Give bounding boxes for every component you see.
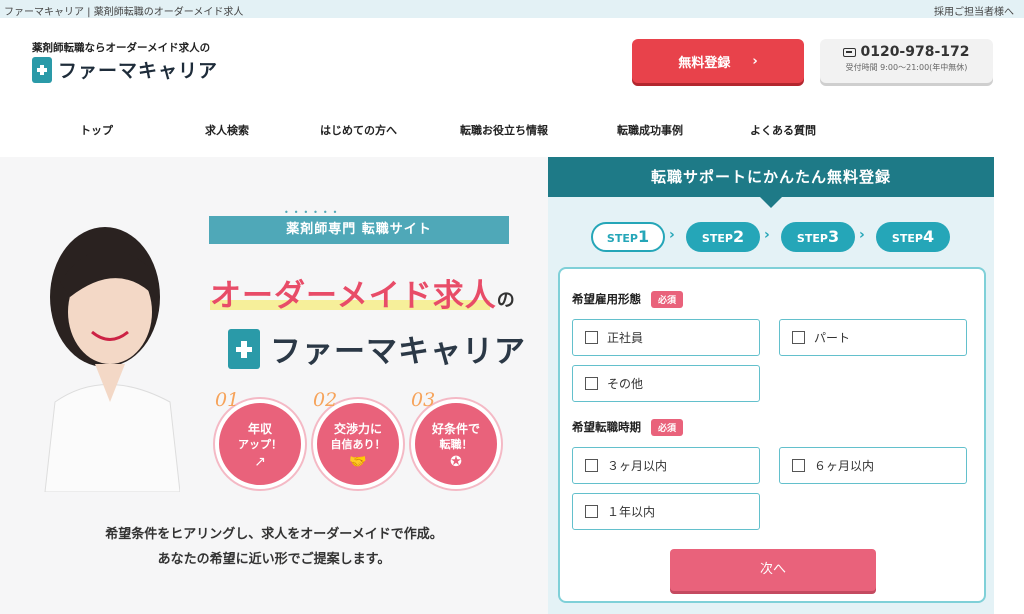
nav-item-first-time[interactable]: はじめての方へ bbox=[320, 122, 397, 138]
feature-circle-2: 02 交渉力に 自信あり！ 🤝 bbox=[313, 389, 403, 489]
step-number: 3 bbox=[827, 227, 840, 246]
logo-text: ファーマキャリア bbox=[58, 60, 219, 82]
required-badge: 必須 bbox=[651, 291, 684, 308]
checkbox[interactable] bbox=[585, 459, 598, 472]
feature-line1: 交渉力に bbox=[333, 422, 382, 436]
option-other[interactable]: その他 bbox=[572, 365, 760, 402]
logo-cross-icon bbox=[228, 328, 260, 369]
chevron-right-icon: › bbox=[764, 227, 770, 243]
handshake-icon: 🤝 bbox=[349, 454, 367, 470]
nav-item-career-info[interactable]: 転職お役立ち情報 bbox=[460, 122, 548, 138]
panel-heading-arrow bbox=[760, 197, 782, 208]
hero-logo: ファーマキャリア bbox=[228, 326, 526, 371]
hero-banner: •••••• 薬剤師専門 転職サイト オーダーメイド求人の ファーマキャリア 0… bbox=[0, 157, 548, 614]
logo-cross-icon bbox=[32, 56, 52, 83]
option-label: ３ヶ月以内 bbox=[607, 459, 668, 473]
chevron-right-icon: › bbox=[669, 227, 675, 243]
option-within-1-year[interactable]: １年以内 bbox=[572, 493, 760, 530]
required-badge: 必須 bbox=[651, 419, 684, 436]
step-1: STEP1 bbox=[591, 222, 665, 252]
step-3: STEP3 bbox=[781, 222, 855, 252]
header: 薬剤師転職ならオーダーメイド求人の ファーマキャリア 無料登録 › 0120-9… bbox=[0, 18, 1024, 108]
header-tagline: 薬剤師転職ならオーダーメイド求人の bbox=[32, 42, 211, 54]
feature-number: 03 bbox=[411, 389, 436, 411]
hero-title-suffix: の bbox=[496, 290, 516, 311]
registration-panel: 転職サポートにかんたん無料登録 STEP1 › STEP2 › STEP3 › … bbox=[548, 157, 994, 614]
search-star-icon: ✪ bbox=[450, 454, 462, 470]
hero-subtext-2: あなたの希望に近い形でご提案します。 bbox=[157, 552, 391, 567]
option-label: １年以内 bbox=[607, 505, 656, 519]
pharmacist-photo bbox=[44, 227, 180, 492]
employment-type-label: 希望雇用形態 必須 bbox=[572, 291, 684, 308]
phone-free-dial-icon bbox=[843, 47, 857, 57]
step-4: STEP4 bbox=[876, 222, 950, 252]
option-within-6-months[interactable]: ６ヶ月以内 bbox=[779, 447, 967, 484]
feature-circle-3: 03 好条件で 転職！ ✪ bbox=[411, 389, 501, 489]
hero-subtext-1: 希望条件をヒアリングし、求人をオーダーメイドで作成。 bbox=[105, 527, 443, 542]
chart-up-icon: ↗ bbox=[254, 454, 266, 470]
feature-line1: 好条件で bbox=[431, 422, 480, 436]
feature-line2: 自信あり！ bbox=[330, 438, 386, 451]
option-label: その他 bbox=[607, 377, 644, 391]
register-button-label: 無料登録 bbox=[678, 55, 731, 71]
step-label: STEP bbox=[891, 232, 923, 245]
employer-link[interactable]: 採用ご担当者様へ bbox=[934, 3, 1014, 18]
next-button[interactable]: 次へ bbox=[670, 549, 876, 591]
phone-number: 0120-978-172 bbox=[860, 44, 970, 60]
feature-line1: 年収 bbox=[247, 422, 272, 436]
step-number: 2 bbox=[732, 227, 745, 246]
step-label: STEP bbox=[796, 232, 828, 245]
global-nav: トップ 求人検索 はじめての方へ 転職お役立ち情報 転職成功事例 よくある質問 bbox=[0, 108, 1024, 150]
nav-item-job-search[interactable]: 求人検索 bbox=[205, 122, 249, 138]
step-2: STEP2 bbox=[686, 222, 760, 252]
step-label: STEP bbox=[606, 232, 638, 245]
page-edge bbox=[994, 157, 1024, 614]
panel-heading: 転職サポートにかんたん無料登録 bbox=[548, 157, 994, 197]
chevron-right-icon: › bbox=[859, 227, 865, 243]
hero-title: オーダーメイド求人の bbox=[210, 270, 516, 315]
feature-line2: 転職！ bbox=[439, 438, 473, 451]
step-label: STEP bbox=[701, 232, 733, 245]
option-label: パート bbox=[814, 331, 851, 345]
feature-number: 01 bbox=[215, 389, 240, 411]
step-number: 4 bbox=[922, 227, 935, 246]
registration-form: 希望雇用形態 必須 正社員 パート その他 希望転職時期 必須 ３ヶ月以内 ６ヶ月以… bbox=[558, 267, 986, 603]
top-bar: ファーマキャリア | 薬剤師転職のオーダーメイド求人 採用ご担当者様へ bbox=[0, 0, 1024, 18]
nav-item-faq[interactable]: よくある質問 bbox=[750, 122, 816, 138]
site-breadcrumb[interactable]: ファーマキャリア | 薬剤師転職のオーダーメイド求人 bbox=[4, 3, 243, 18]
chevron-right-icon: › bbox=[752, 53, 758, 69]
feature-line2: アップ！ bbox=[238, 438, 282, 451]
nav-item-top[interactable]: トップ bbox=[80, 122, 113, 138]
feature-number: 02 bbox=[313, 389, 338, 411]
checkbox[interactable] bbox=[585, 377, 598, 390]
register-button[interactable]: 無料登録 › bbox=[632, 39, 804, 83]
phone-contact[interactable]: 0120-978-172 受付時間 9:00〜21:00(年中無休) bbox=[820, 39, 993, 83]
option-full-time[interactable]: 正社員 bbox=[572, 319, 760, 356]
site-logo[interactable]: ファーマキャリア bbox=[32, 56, 218, 83]
option-within-3-months[interactable]: ３ヶ月以内 bbox=[572, 447, 760, 484]
employment-type-label-text: 希望雇用形態 bbox=[572, 292, 641, 306]
site-badge: 薬剤師専門 転職サイト bbox=[209, 216, 509, 244]
nav-item-success-stories[interactable]: 転職成功事例 bbox=[617, 122, 683, 138]
option-label: 正社員 bbox=[607, 331, 644, 345]
checkbox[interactable] bbox=[792, 331, 805, 344]
checkbox[interactable] bbox=[585, 505, 598, 518]
phone-hours: 受付時間 9:00〜21:00(年中無休) bbox=[845, 63, 968, 72]
transfer-timing-label: 希望転職時期 必須 bbox=[572, 419, 684, 436]
hero-logo-text: ファーマキャリア bbox=[270, 334, 526, 370]
phone-number-row: 0120-978-172 bbox=[820, 44, 993, 60]
checkbox[interactable] bbox=[792, 459, 805, 472]
step-number: 1 bbox=[637, 227, 650, 246]
transfer-timing-label-text: 希望転職時期 bbox=[572, 420, 641, 434]
hero-title-main: オーダーメイド求人 bbox=[210, 278, 497, 314]
feature-circle-1: 01 年収 アップ！ ↗ bbox=[215, 389, 305, 489]
option-part-time[interactable]: パート bbox=[779, 319, 967, 356]
checkbox[interactable] bbox=[585, 331, 598, 344]
option-label: ６ヶ月以内 bbox=[814, 459, 875, 473]
